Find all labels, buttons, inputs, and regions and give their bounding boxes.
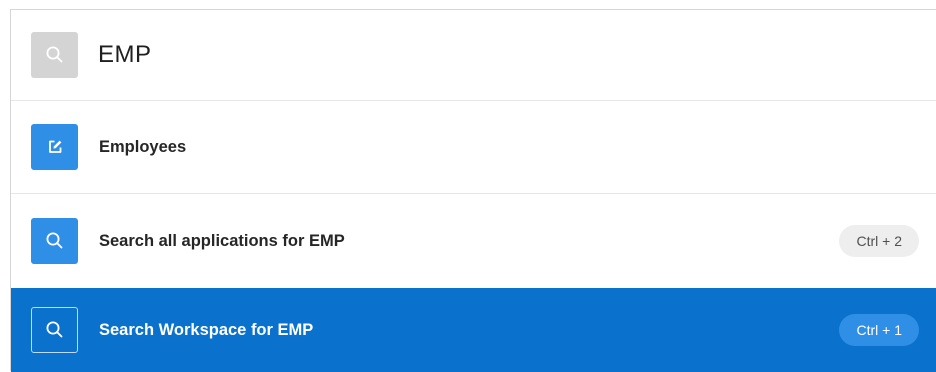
result-label: Search Workspace for EMP (99, 320, 314, 339)
search-results-panel: EMP Employees Search all applications fo… (10, 9, 936, 372)
search-icon (31, 307, 78, 353)
result-item-employees[interactable]: Employees (11, 101, 936, 194)
search-input[interactable]: EMP (98, 41, 152, 69)
result-label: Search all applications for EMP (99, 231, 345, 250)
edit-icon (31, 124, 78, 170)
result-label: Employees (99, 137, 187, 156)
search-icon (31, 32, 78, 78)
shortcut-badge: Ctrl + 1 (839, 314, 919, 346)
shortcut-badge: Ctrl + 2 (839, 225, 919, 257)
search-icon (31, 218, 78, 264)
result-item-search-all-applications[interactable]: Search all applications for EMP Ctrl + 2 (11, 194, 936, 288)
search-bar: EMP (11, 10, 936, 101)
result-item-search-workspace[interactable]: Search Workspace for EMP Ctrl + 1 (11, 288, 936, 372)
